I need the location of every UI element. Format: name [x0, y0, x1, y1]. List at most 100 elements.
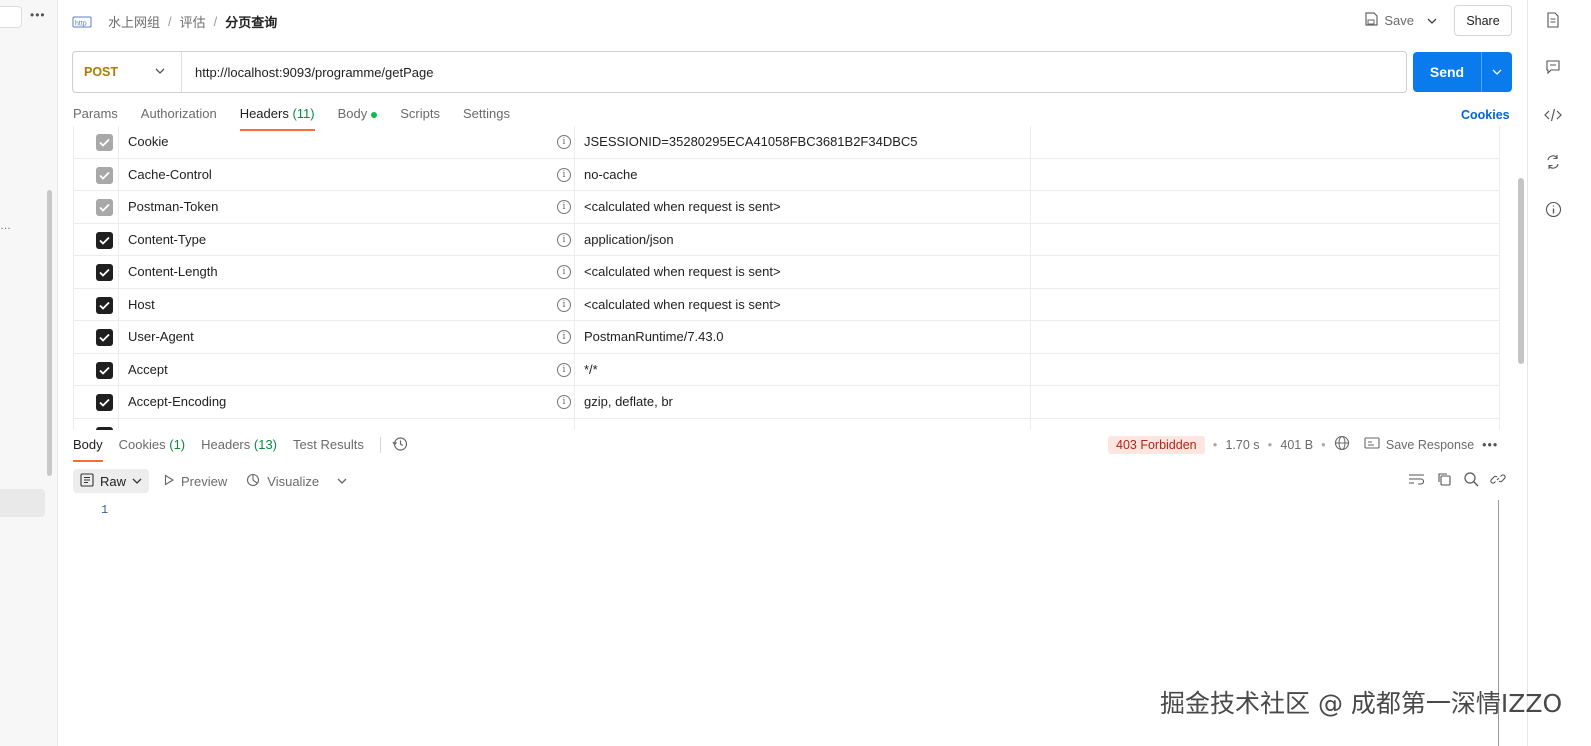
checkbox-icon[interactable]	[96, 426, 113, 430]
related-collections-icon[interactable]	[1542, 151, 1564, 173]
send-dropdown-icon[interactable]	[1482, 52, 1512, 92]
header-value[interactable]: <calculated when request is sent>	[584, 297, 781, 312]
info-icon[interactable]: i	[557, 297, 571, 312]
info-icon[interactable]: i	[557, 200, 571, 214]
tab-response-cookies-count: (1)	[169, 437, 186, 452]
tab-response-cookies-label: Cookies	[118, 437, 166, 452]
search-icon[interactable]	[1463, 471, 1479, 490]
column-divider	[118, 256, 119, 288]
header-value[interactable]: <calculated when request is sent>	[584, 199, 781, 214]
status-badge[interactable]: 403 Forbidden	[1108, 435, 1205, 454]
tab-response-headers[interactable]: Headers (13)	[201, 436, 277, 462]
header-value[interactable]: PostmanRuntime/7.43.0	[584, 329, 723, 344]
header-value[interactable]: JSESSIONID=35280295ECA41058FBC3681B2F34D…	[584, 134, 918, 149]
save-dropdown-icon[interactable]	[1422, 6, 1442, 36]
main-scrollbar[interactable]	[1518, 178, 1524, 364]
more-icon[interactable]: •••	[30, 8, 46, 22]
save-response-button[interactable]: Save Response	[1364, 436, 1474, 453]
save-button[interactable]: Save	[1356, 6, 1422, 36]
column-divider	[574, 288, 575, 320]
documentation-icon[interactable]	[1542, 9, 1564, 31]
link-icon[interactable]	[1490, 471, 1506, 490]
header-key[interactable]: User-Agent	[128, 329, 194, 344]
table-row: Content-Type i application/json	[74, 223, 1499, 256]
column-divider	[118, 288, 119, 320]
history-icon[interactable]	[392, 436, 408, 462]
table-row: Host i <calculated when request is sent>	[74, 288, 1499, 321]
header-value[interactable]: application/json	[584, 232, 674, 247]
info-icon[interactable]: i	[557, 330, 571, 344]
breadcrumb-item[interactable]: 水上网组	[108, 12, 160, 31]
url-bar: POST	[72, 51, 1407, 93]
column-divider	[118, 353, 119, 385]
table-row: Content-Length i <calculated when reques…	[74, 256, 1499, 289]
sidebar-selected-item[interactable]	[0, 489, 45, 517]
checkbox-icon[interactable]	[96, 394, 113, 411]
sidebar-search-stub[interactable]	[0, 6, 22, 28]
method-select[interactable]: POST	[73, 52, 182, 92]
comments-icon[interactable]	[1542, 56, 1564, 78]
header-value[interactable]: gzip, deflate, br	[584, 394, 673, 409]
header-value[interactable]: */*	[584, 362, 598, 377]
checkbox-icon[interactable]	[96, 199, 113, 216]
header-key[interactable]: Content-Type	[128, 232, 206, 247]
column-divider	[1030, 321, 1031, 353]
http-request-icon: http	[72, 14, 92, 30]
checkbox-icon[interactable]	[96, 166, 113, 184]
more-icon[interactable]: •••	[1482, 438, 1498, 452]
header-key[interactable]: Content-Length	[128, 264, 218, 279]
checkbox-icon[interactable]	[96, 296, 113, 314]
format-select[interactable]: Raw	[73, 469, 150, 493]
body-indicator-icon	[371, 111, 378, 118]
column-divider	[574, 321, 575, 353]
breadcrumb-item[interactable]: 评估	[180, 12, 206, 31]
info-icon[interactable]: i	[557, 167, 571, 182]
send-button[interactable]: Send	[1413, 52, 1512, 92]
visualize-button[interactable]: Visualize	[241, 472, 323, 491]
breadcrumb-current[interactable]: 分页查询	[225, 12, 277, 31]
header-key[interactable]: Accept-Encoding	[128, 394, 226, 409]
header-key[interactable]: Host	[128, 297, 155, 312]
preview-button[interactable]: Preview	[159, 474, 231, 489]
info-icon[interactable]: i	[557, 232, 571, 247]
globe-icon[interactable]	[1334, 435, 1350, 454]
checkbox-icon[interactable]	[96, 231, 113, 249]
url-input[interactable]	[182, 52, 1406, 92]
left-sidebar: ••• …	[0, 0, 58, 746]
checkbox-icon[interactable]	[96, 329, 113, 346]
code-icon[interactable]	[1542, 104, 1564, 126]
header-key[interactable]: Cache-Control	[128, 167, 212, 182]
svg-text:http: http	[75, 20, 87, 27]
header-key[interactable]: Accept	[128, 362, 168, 377]
wrap-lines-icon[interactable]	[1408, 471, 1425, 490]
column-divider	[118, 321, 119, 353]
tab-body-label: Body	[337, 106, 368, 121]
tab-response-cookies[interactable]: Cookies (1)	[119, 436, 185, 462]
column-divider	[1030, 353, 1031, 385]
sidebar-scrollbar[interactable]	[47, 190, 52, 476]
share-button[interactable]: Share	[1454, 5, 1512, 36]
response-size[interactable]: 401 B	[1280, 438, 1313, 452]
info-icon[interactable]: i	[557, 395, 571, 409]
visualize-dropdown-icon[interactable]	[333, 476, 351, 486]
header-key[interactable]: Cookie	[128, 134, 168, 149]
response-time[interactable]: 1.70 s	[1225, 438, 1259, 452]
tab-response-body[interactable]: Body	[73, 436, 103, 462]
chevron-down-icon	[132, 474, 142, 489]
header-value[interactable]: no-cache	[584, 167, 637, 182]
info-icon[interactable]: i	[557, 135, 571, 149]
header-key[interactable]: Postman-Token	[128, 199, 218, 214]
info-icon[interactable]	[1542, 198, 1564, 220]
header-value[interactable]: <calculated when request is sent>	[584, 264, 781, 279]
copy-icon[interactable]	[1436, 471, 1452, 490]
column-divider	[1030, 191, 1031, 223]
checkbox-icon[interactable]	[96, 134, 113, 151]
checkbox-icon[interactable]	[96, 264, 113, 281]
checkbox-icon[interactable]	[96, 361, 113, 379]
info-icon[interactable]: i	[557, 362, 571, 377]
cookies-link[interactable]: Cookies	[1461, 108, 1510, 122]
request-header: http 水上网组 / 评估 / 分页查询 Save Share	[72, 0, 1512, 42]
send-label: Send	[1429, 64, 1465, 80]
info-icon[interactable]: i	[557, 265, 571, 279]
tab-test-results[interactable]: Test Results	[293, 436, 364, 462]
